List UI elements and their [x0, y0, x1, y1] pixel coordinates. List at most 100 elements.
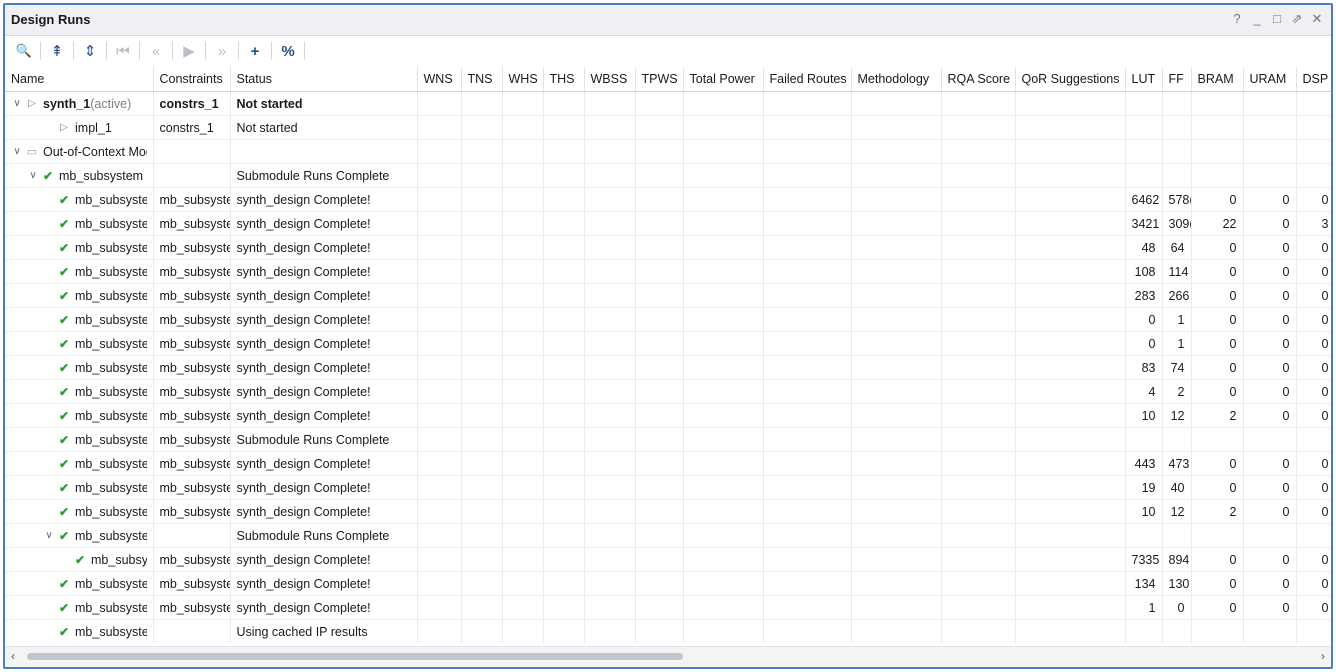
table-row[interactable]: ▷ impl_1 constrs_1 Not started	[5, 115, 1331, 140]
table-row[interactable]: ✔ mb_subsystem Using cached IP results	[5, 619, 1331, 643]
cell-empty	[584, 259, 636, 284]
expand-chevron-icon[interactable]: ∨	[27, 170, 39, 181]
column-header-status[interactable]: Status	[230, 67, 418, 92]
cell-name: ∨✔ mb_subsystem	[5, 523, 154, 548]
table-row[interactable]: ∨✔ mb_subsystem Submodule Runs Complete	[5, 163, 1331, 188]
column-header-rqa-score[interactable]: RQA Score	[941, 67, 1016, 92]
column-header-methodology[interactable]: Methodology	[851, 67, 942, 92]
cell-empty	[584, 331, 636, 356]
expand-chevron-icon[interactable]: ∨	[43, 530, 55, 541]
column-header-tpws[interactable]: TPWS	[635, 67, 684, 92]
table-row[interactable]: ✔ mb_subsystem mb_subsystesynth_design Com…	[5, 355, 1331, 380]
table-row[interactable]: ✔ mb_subsystem mb_subsysteSubmodule Runs C…	[5, 427, 1331, 452]
expand-chevron-icon[interactable]: ∨	[11, 98, 23, 109]
first-icon[interactable]: ⏮	[110, 39, 136, 63]
table-row[interactable]: ✔ mb_subsystem mb_subsystesynth_design Com…	[5, 403, 1331, 428]
search-icon[interactable]: 🔍	[11, 39, 37, 63]
run-name: mb_subsystem	[75, 216, 147, 231]
column-header-ths[interactable]: THS	[543, 67, 585, 92]
column-header-bram[interactable]: BRAM	[1191, 67, 1244, 92]
scrollbar-thumb[interactable]	[27, 653, 683, 660]
table-row[interactable]: ✔ mb_subsystem mb_subsystesynth_design Com…	[5, 499, 1331, 524]
cell-ff: 114	[1162, 259, 1192, 284]
cell-empty	[461, 571, 503, 596]
check-icon: ✔	[58, 504, 70, 519]
column-header-failed-routes[interactable]: Failed Routes	[763, 67, 852, 92]
table-row[interactable]: ∨✔ mb_subsystem Submodule Runs Complete	[5, 523, 1331, 548]
expand-all-icon[interactable]: ⇕	[77, 39, 103, 63]
column-header-whs[interactable]: WHS	[502, 67, 544, 92]
run-name: mb_subsystem	[59, 168, 144, 183]
table-row[interactable]: ∨▭ Out-of-Context Module Runs	[5, 139, 1331, 164]
table-row[interactable]: ✔ mb_subsystem mb_subsystesynth_design Com…	[5, 283, 1331, 308]
cell-status: synth_design Complete!	[230, 355, 418, 380]
cell-empty	[941, 283, 1016, 308]
maximize-icon[interactable]: □	[1271, 11, 1283, 27]
close-icon[interactable]: ✕	[1311, 11, 1323, 27]
cell-empty	[417, 571, 462, 596]
previous-icon[interactable]: «	[143, 39, 169, 63]
cell-empty	[941, 307, 1016, 332]
scroll-right-icon[interactable]: ›	[1321, 649, 1325, 663]
table-row[interactable]: ✔ mb_subsystem mb_subsystesynth_design Com…	[5, 475, 1331, 500]
cell-empty	[635, 619, 684, 643]
column-header-name[interactable]: Name	[5, 67, 154, 92]
check-icon: ✔	[58, 384, 70, 399]
scroll-left-icon[interactable]: ‹	[11, 649, 15, 663]
cell-empty	[584, 451, 636, 476]
cell-bram: 0	[1191, 235, 1244, 260]
column-header-wns[interactable]: WNS	[417, 67, 462, 92]
help-icon[interactable]: ?	[1231, 11, 1243, 27]
table-row[interactable]: ✔ mb_subsystem mb_subsystesynth_design Com…	[5, 571, 1331, 596]
cell-status: synth_design Complete!	[230, 187, 418, 212]
cell-uram: 0	[1243, 235, 1297, 260]
table-row[interactable]: ✔ mb_subsystem mb_subsystesynth_design Com…	[5, 379, 1331, 404]
horizontal-scrollbar[interactable]: ‹ ›	[5, 646, 1331, 667]
cell-lut: 83	[1125, 355, 1163, 380]
cell-empty	[417, 523, 462, 548]
table-row[interactable]: ✔ mb_subsystem mb_subsystesynth_design Com…	[5, 307, 1331, 332]
table-row[interactable]: ✔ mb_subsystem mb_subsystesynth_design Com…	[5, 235, 1331, 260]
add-icon[interactable]: +	[242, 39, 268, 63]
table-row[interactable]: ✔ mb_subsystem mb_subsystesynth_design Com…	[5, 331, 1331, 356]
run-icon[interactable]: ▶	[176, 39, 202, 63]
cell-lut: 10	[1125, 499, 1163, 524]
next-icon[interactable]: »	[209, 39, 235, 63]
expand-chevron-icon[interactable]: ∨	[11, 146, 23, 157]
cell-empty	[683, 331, 764, 356]
minimize-icon[interactable]: _	[1251, 11, 1263, 27]
cell-empty	[461, 523, 503, 548]
column-header-qor-suggestions[interactable]: QoR Suggestions	[1015, 67, 1126, 92]
column-header-dsp[interactable]: DSP	[1296, 67, 1331, 92]
cell-empty	[417, 283, 462, 308]
cell-name: ∨ ▷ synth_1 (active)	[5, 91, 154, 116]
table-row[interactable]: ∨ ▷ synth_1 (active) constrs_1 Not started	[5, 91, 1331, 116]
column-header-lut[interactable]: LUT	[1125, 67, 1163, 92]
cell-constraints: mb_subsyste	[153, 187, 231, 212]
table-row[interactable]: ✔ mb_subsystem mb_subsystesynth_design Com…	[5, 187, 1331, 212]
float-icon[interactable]: ⇗	[1291, 11, 1303, 27]
column-header-wbss[interactable]: WBSS	[584, 67, 636, 92]
table-row[interactable]: ✔ mb_subsys mb_subsystesynth_design Comple…	[5, 547, 1331, 572]
percent-icon[interactable]: %	[275, 39, 301, 63]
cell-empty	[683, 427, 764, 452]
collapse-all-icon[interactable]: ⇞	[44, 39, 70, 63]
table-row[interactable]: ✔ mb_subsystem mb_subsystesynth_design Com…	[5, 259, 1331, 284]
cell-empty	[851, 211, 942, 236]
column-header-ff[interactable]: FF	[1162, 67, 1192, 92]
column-header-total-power[interactable]: Total Power	[683, 67, 764, 92]
window-title: Design Runs	[11, 12, 91, 27]
cell-constraints: mb_subsyste	[153, 475, 231, 500]
column-header-tns[interactable]: TNS	[461, 67, 503, 92]
cell-uram: 0	[1243, 403, 1297, 428]
table-row[interactable]: ✔ mb_subsystem mb_subsystesynth_design Com…	[5, 451, 1331, 476]
cell-empty	[1015, 115, 1126, 140]
column-header-constraints[interactable]: Constraints	[153, 67, 231, 92]
cell-lut: 0	[1125, 331, 1163, 356]
table-row[interactable]: ✔ mb_subsystem mb_subsystesynth_design Com…	[5, 595, 1331, 620]
table-row[interactable]: ✔ mb_subsystem mb_subsystesynth_design Com…	[5, 211, 1331, 236]
runs-table: Name Constraints Status WNS TNS WHS THS WBSS TPW…	[5, 67, 1331, 643]
cell-empty	[635, 211, 684, 236]
cell-empty	[543, 91, 585, 116]
column-header-uram[interactable]: URAM	[1243, 67, 1297, 92]
